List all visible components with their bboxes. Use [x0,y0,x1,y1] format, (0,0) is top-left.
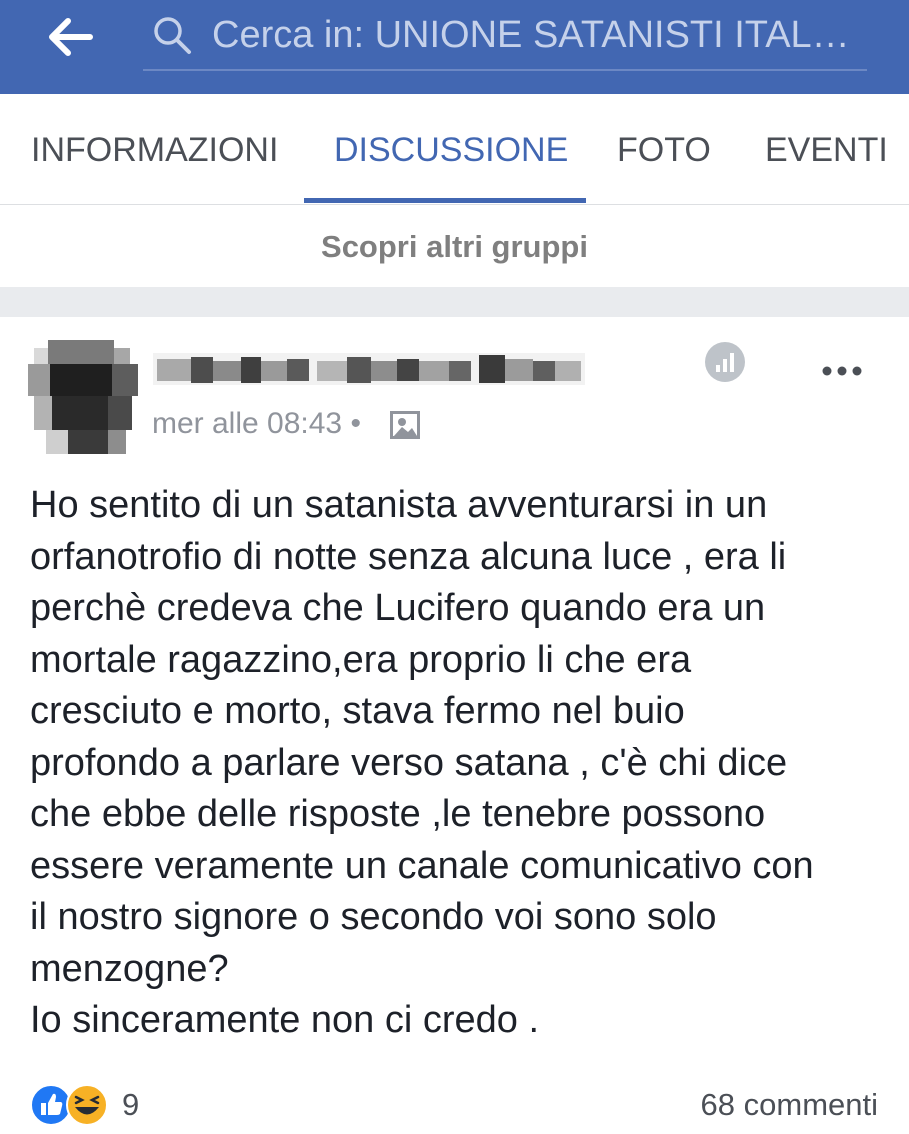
post-timestamp[interactable]: mer alle 08:43 • [152,404,361,444]
discover-groups[interactable]: Scopri altri gruppi [0,205,909,287]
search-input[interactable]: Cerca in: UNIONE SATANISTI ITAL… [212,10,892,60]
search-icon[interactable] [150,13,194,57]
stats-icon[interactable] [704,341,746,383]
comments-count[interactable]: 68 commenti [701,1085,878,1125]
reaction-count[interactable]: 9 [122,1085,139,1125]
haha-reaction-icon [66,1084,108,1126]
avatar[interactable] [28,340,138,460]
active-tab-indicator [304,198,586,203]
like-reaction-icon [30,1084,72,1126]
group-tabs: INFORMAZIONI DISCUSSIONE FOTO EVENTI [0,94,909,205]
search-underline [143,69,867,71]
tab-informazioni[interactable]: INFORMAZIONI [31,130,278,170]
tab-eventi[interactable]: EVENTI [765,130,888,170]
top-bar: Cerca in: UNIONE SATANISTI ITAL… [0,0,909,94]
back-arrow-icon[interactable] [46,17,96,57]
author-name-blurred[interactable] [153,347,585,393]
tab-discussione[interactable]: DISCUSSIONE [334,130,568,170]
reactions-summary[interactable] [30,1082,114,1128]
more-options-icon[interactable] [821,365,863,377]
discover-groups-label: Scopri altri gruppi [321,229,588,264]
tab-foto[interactable]: FOTO [617,130,711,170]
post-text: Ho sentito di un satanista avventurarsi … [30,484,814,1041]
section-separator [0,287,909,317]
photo-icon [390,411,420,439]
